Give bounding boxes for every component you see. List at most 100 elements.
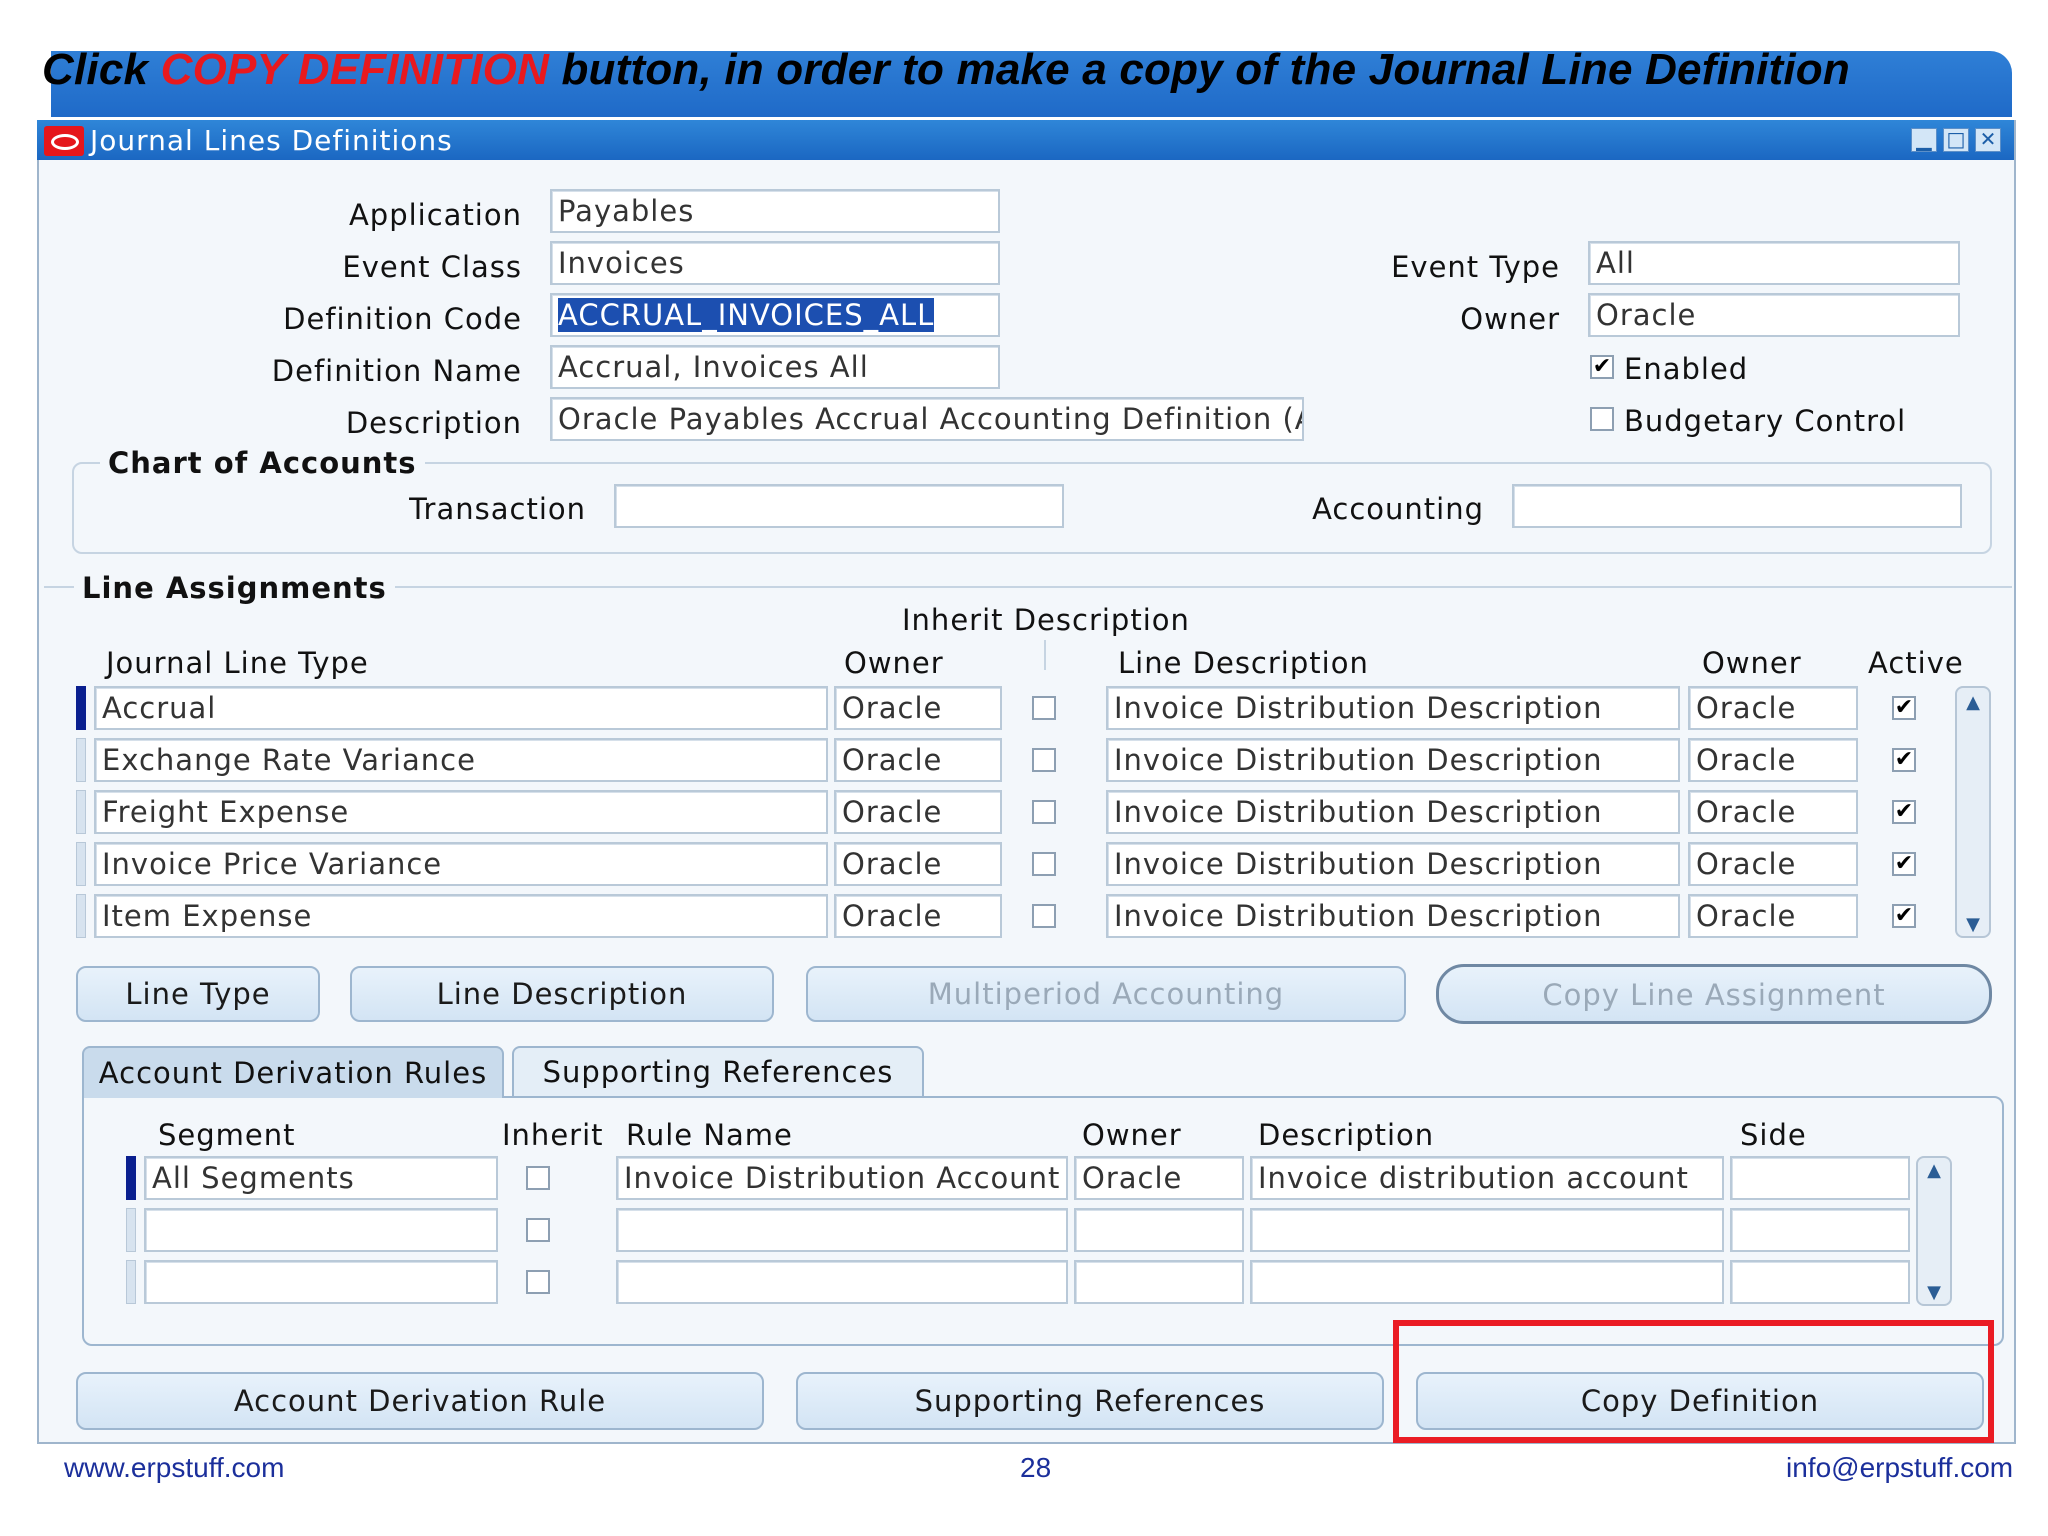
inherit-description-checkbox[interactable] xyxy=(1032,696,1056,720)
rule-description-field[interactable]: Invoice distribution account xyxy=(1250,1156,1724,1200)
footer-page-number: 28 xyxy=(1020,1452,1052,1483)
line-description-field[interactable]: Invoice Distribution Description xyxy=(1106,842,1680,886)
enabled-label: Enabled xyxy=(1624,352,1749,386)
segment-field[interactable]: All Segments xyxy=(144,1156,498,1200)
journal-line-type-field[interactable]: Accrual xyxy=(94,686,828,730)
scroll-down-icon[interactable]: ▼ xyxy=(1918,1282,1950,1303)
active-checkbox[interactable]: ✔ xyxy=(1892,852,1916,876)
row-indicator[interactable] xyxy=(126,1260,136,1304)
row-indicator[interactable] xyxy=(76,894,86,938)
footer-email[interactable]: info@erpstuff.com xyxy=(1786,1452,2013,1484)
tab-account-derivation-rules[interactable]: Account Derivation Rules xyxy=(82,1046,504,1098)
inherit-checkbox[interactable] xyxy=(526,1166,550,1190)
inherit-description-checkbox[interactable] xyxy=(1032,800,1056,824)
copy-line-assignment-button[interactable]: Copy Line Assignment xyxy=(1436,964,1992,1024)
row-indicator[interactable] xyxy=(76,686,86,730)
instruction-text: Click COPY DEFINITION button, in order t… xyxy=(42,45,1850,94)
enabled-checkbox[interactable]: ✔ xyxy=(1590,355,1614,379)
inherit-description-checkbox[interactable] xyxy=(1032,904,1056,928)
inherit-checkbox[interactable] xyxy=(526,1270,550,1294)
journal-line-type-field[interactable]: Exchange Rate Variance xyxy=(94,738,828,782)
scroll-up-icon[interactable]: ▲ xyxy=(1957,692,1989,713)
description-owner-field[interactable]: Oracle xyxy=(1688,686,1858,730)
description-owner-field[interactable]: Oracle xyxy=(1688,842,1858,886)
scroll-up-icon[interactable]: ▲ xyxy=(1918,1160,1950,1181)
line-assignments-scrollbar[interactable]: ▲ ▼ xyxy=(1955,686,1991,938)
line-description-field[interactable]: Invoice Distribution Description xyxy=(1106,894,1680,938)
line-type-button[interactable]: Line Type xyxy=(76,966,320,1022)
owner-field[interactable]: Oracle xyxy=(834,842,1002,886)
footer-website[interactable]: www.erpstuff.com xyxy=(64,1452,284,1484)
supporting-references-button[interactable]: Supporting References xyxy=(796,1372,1384,1430)
derivation-scrollbar[interactable]: ▲ ▼ xyxy=(1916,1156,1952,1306)
event-type-label: Event Type xyxy=(1391,250,1560,284)
accounting-field[interactable] xyxy=(1512,484,1962,528)
row-indicator[interactable] xyxy=(126,1156,136,1200)
journal-line-type-field[interactable]: Freight Expense xyxy=(94,790,828,834)
maximize-icon[interactable]: □ xyxy=(1943,128,1969,152)
header-divider xyxy=(1044,640,1046,670)
rule-owner-field[interactable] xyxy=(1074,1208,1244,1252)
budgetary-control-checkbox[interactable] xyxy=(1590,407,1614,431)
description-owner-field[interactable]: Oracle xyxy=(1688,894,1858,938)
tab-supporting-references[interactable]: Supporting References xyxy=(512,1046,924,1096)
col-journal-line-type: Journal Line Type xyxy=(106,646,369,680)
inherit-description-checkbox[interactable] xyxy=(1032,852,1056,876)
definition-code-field[interactable]: ACCRUAL_INVOICES_ALL xyxy=(550,293,1000,337)
active-checkbox[interactable]: ✔ xyxy=(1892,904,1916,928)
rule-description-field[interactable] xyxy=(1250,1208,1724,1252)
transaction-label: Transaction xyxy=(409,492,586,526)
definition-name-label: Definition Name xyxy=(271,354,522,388)
rule-name-field[interactable] xyxy=(616,1260,1068,1304)
multiperiod-accounting-button[interactable]: Multiperiod Accounting xyxy=(806,966,1406,1022)
row-indicator[interactable] xyxy=(76,738,86,782)
segment-field[interactable] xyxy=(144,1208,498,1252)
line-description-field[interactable]: Invoice Distribution Description xyxy=(1106,738,1680,782)
rule-name-field[interactable]: Invoice Distribution Account xyxy=(616,1156,1068,1200)
rule-owner-field[interactable]: Oracle xyxy=(1074,1156,1244,1200)
rule-description-field[interactable] xyxy=(1250,1260,1724,1304)
journal-line-type-field[interactable]: Item Expense xyxy=(94,894,828,938)
owner-field[interactable]: Oracle xyxy=(834,686,1002,730)
description-owner-field[interactable]: Oracle xyxy=(1688,738,1858,782)
event-class-field[interactable]: Invoices xyxy=(550,241,1000,285)
col-inherit: Inherit xyxy=(502,1118,604,1152)
description-field[interactable]: Oracle Payables Accrual Accounting Defin… xyxy=(550,397,1304,441)
col-owner-derivation: Owner xyxy=(1082,1118,1182,1152)
row-indicator[interactable] xyxy=(76,790,86,834)
side-field[interactable] xyxy=(1730,1208,1910,1252)
col-owner: Owner xyxy=(844,646,944,680)
event-type-field[interactable]: All xyxy=(1588,241,1960,285)
rule-owner-field[interactable] xyxy=(1074,1260,1244,1304)
rule-name-field[interactable] xyxy=(616,1208,1068,1252)
active-checkbox[interactable]: ✔ xyxy=(1892,800,1916,824)
description-owner-field[interactable]: Oracle xyxy=(1688,790,1858,834)
owner-field[interactable]: Oracle xyxy=(834,894,1002,938)
owner-field[interactable]: Oracle xyxy=(1588,293,1960,337)
side-field[interactable] xyxy=(1730,1260,1910,1304)
chart-of-accounts-title: Chart of Accounts xyxy=(100,446,425,480)
close-icon[interactable]: ✕ xyxy=(1975,128,2001,152)
minimize-icon[interactable]: ▁ xyxy=(1911,128,1937,152)
line-description-button[interactable]: Line Description xyxy=(350,966,774,1022)
owner-field[interactable]: Oracle xyxy=(834,790,1002,834)
side-field[interactable] xyxy=(1730,1156,1910,1200)
segment-field[interactable] xyxy=(144,1260,498,1304)
line-description-field[interactable]: Invoice Distribution Description xyxy=(1106,790,1680,834)
transaction-field[interactable] xyxy=(614,484,1064,528)
active-checkbox[interactable]: ✔ xyxy=(1892,696,1916,720)
line-description-field[interactable]: Invoice Distribution Description xyxy=(1106,686,1680,730)
journal-line-type-field[interactable]: Invoice Price Variance xyxy=(94,842,828,886)
oracle-logo-icon xyxy=(44,126,84,156)
owner-field[interactable]: Oracle xyxy=(834,738,1002,782)
row-indicator[interactable] xyxy=(76,842,86,886)
inherit-checkbox[interactable] xyxy=(526,1218,550,1242)
scroll-down-icon[interactable]: ▼ xyxy=(1957,914,1989,935)
active-checkbox[interactable]: ✔ xyxy=(1892,748,1916,772)
application-field[interactable]: Payables xyxy=(550,189,1000,233)
col-active: Active xyxy=(1868,646,1964,680)
definition-name-field[interactable]: Accrual, Invoices All xyxy=(550,345,1000,389)
inherit-description-checkbox[interactable] xyxy=(1032,748,1056,772)
row-indicator[interactable] xyxy=(126,1208,136,1252)
account-derivation-rule-button[interactable]: Account Derivation Rule xyxy=(76,1372,764,1430)
